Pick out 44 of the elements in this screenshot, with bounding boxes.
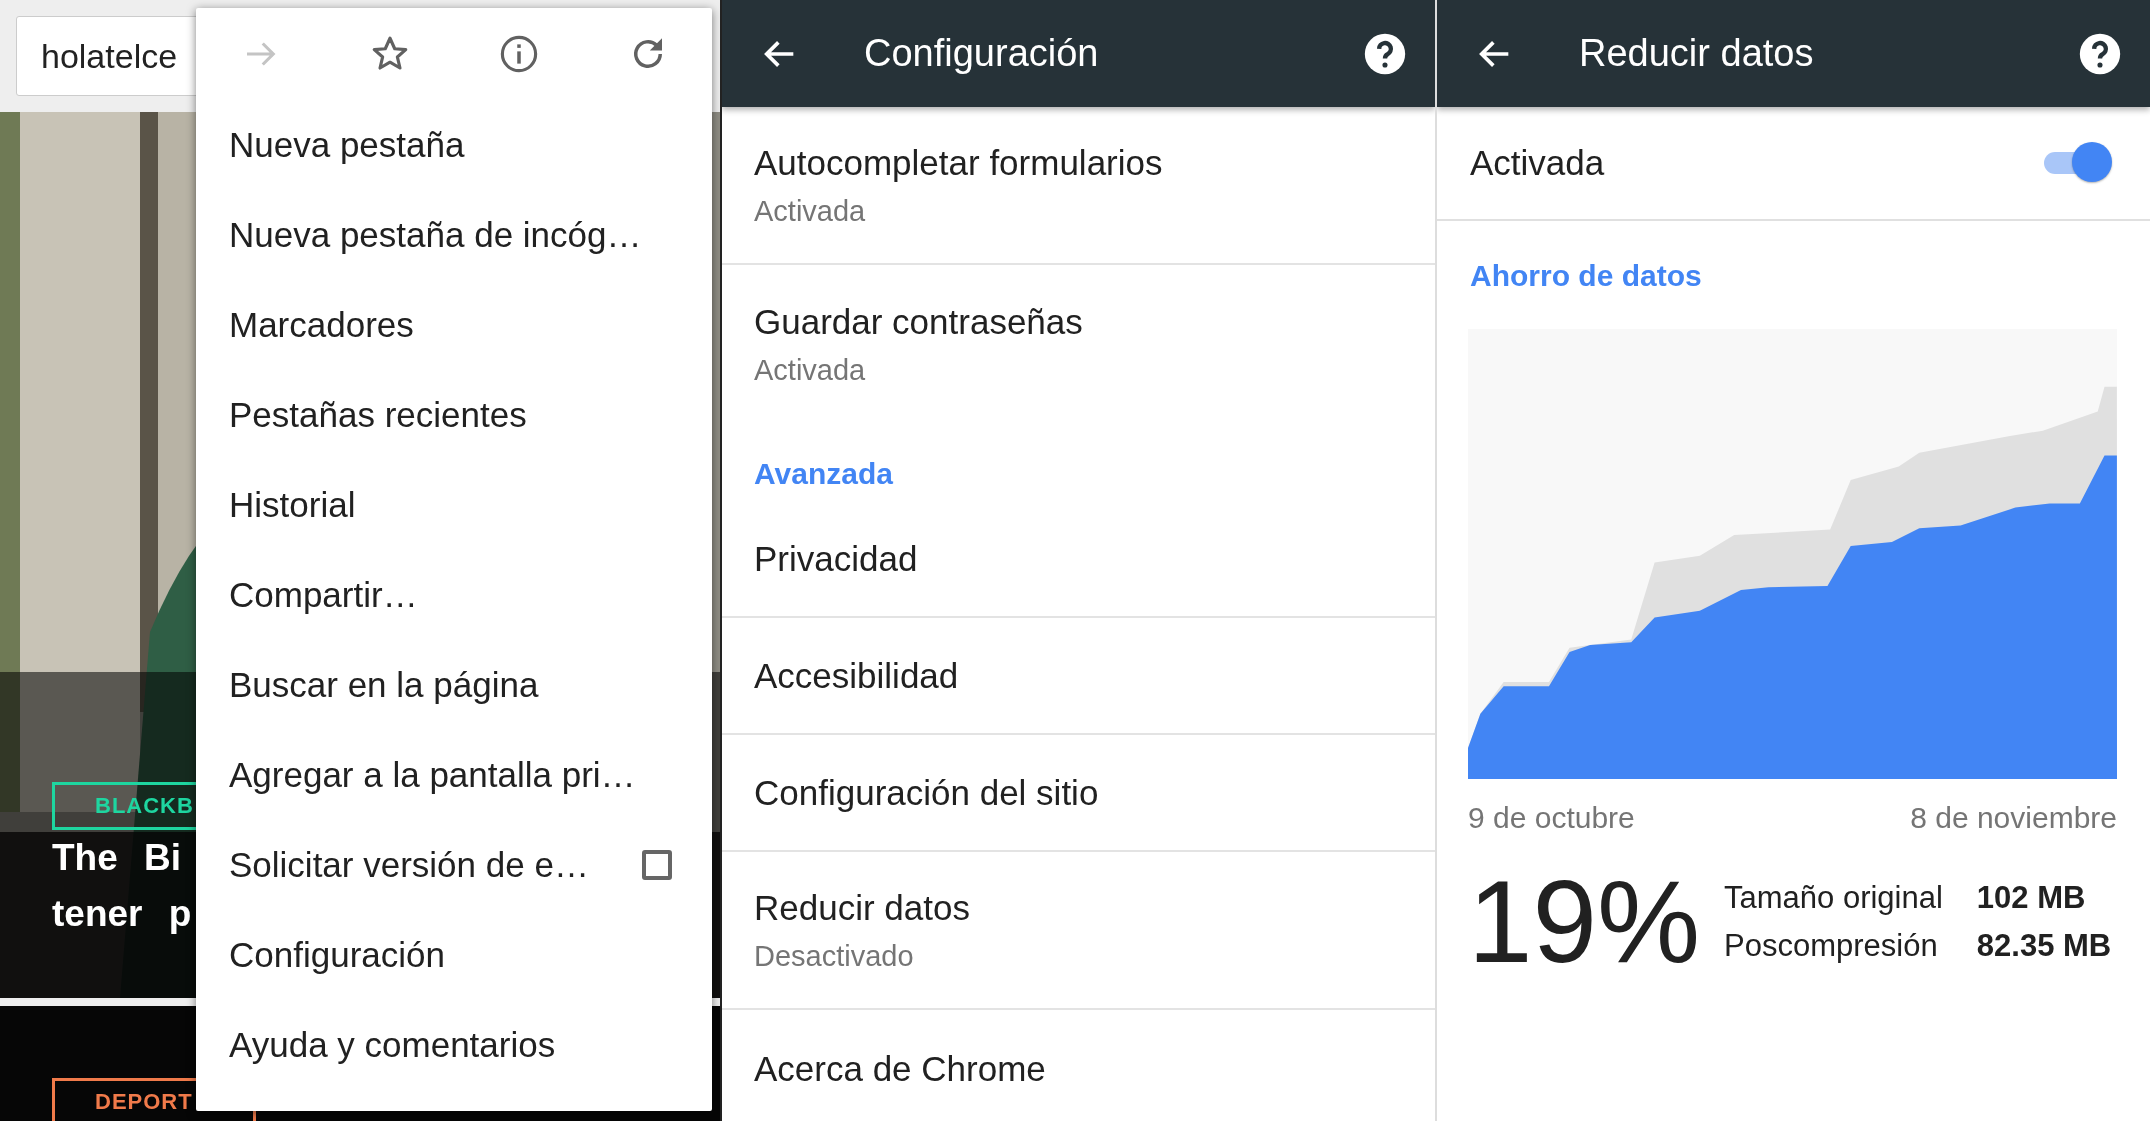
section-header: Ahorro de datos: [1469, 258, 1703, 293]
toggle-switch[interactable]: [2044, 142, 2114, 184]
item-title: Reducir datos: [754, 887, 971, 928]
menu-item[interactable]: Historial: [196, 460, 712, 550]
settings-item[interactable]: Guardar contraseñas Activada: [722, 265, 1435, 423]
stat-label: Poscompresión: [1724, 928, 1939, 964]
settings-item[interactable]: Autocompletar formularios Activada: [722, 107, 1435, 265]
checkbox[interactable]: [642, 850, 672, 880]
start-date-label: 9 de octubre: [1468, 801, 1635, 835]
item-title: Acerca de Chrome: [754, 1048, 1047, 1089]
stat-value: 82.35 MB: [1976, 928, 2112, 964]
settings-item[interactable]: Configuración del sitio: [722, 735, 1435, 852]
item-title: Guardar contraseñas: [754, 301, 1084, 342]
item-title: Privacidad: [754, 538, 919, 579]
settings-item[interactable]: Accesibilidad: [722, 618, 1435, 735]
settings-item[interactable]: Privacidad: [722, 501, 1435, 618]
headline-text: The Bi: [52, 836, 182, 880]
menu-item[interactable]: Compartir…: [196, 550, 712, 640]
item-status: Activada: [754, 353, 867, 387]
stat-label: Tamaño original: [1724, 880, 1943, 916]
end-date-label: 8 de noviembre: [1910, 801, 2117, 835]
switch-label: Activada: [1470, 143, 1605, 183]
item-status: Desactivado: [754, 939, 915, 973]
settings-item[interactable]: Reducir datos Desactivado: [722, 852, 1435, 1010]
screen-title: Configuración: [864, 32, 1100, 75]
menu-item[interactable]: Nueva pestaña de incóg…: [196, 190, 712, 280]
menu-item[interactable]: Pestañas recientes: [196, 370, 712, 460]
stat-value: 102 MB: [1976, 880, 2087, 916]
help-icon[interactable]: [2078, 31, 2122, 76]
item-title: Accesibilidad: [754, 655, 960, 696]
item-status: Activada: [754, 194, 867, 228]
headline-text: tener p: [52, 892, 192, 936]
screen-title: Reducir datos: [1579, 32, 1815, 75]
item-title: Configuración del sitio: [754, 772, 1100, 813]
menu-item[interactable]: Buscar en la página: [196, 640, 712, 730]
menu-item[interactable]: Marcadores: [196, 280, 712, 370]
menu-item-label: Solicitar versión de e…: [229, 845, 589, 885]
item-title: Autocompletar formularios: [754, 142, 1164, 183]
help-icon[interactable]: [1363, 31, 1407, 76]
settings-item[interactable]: Acerca de Chrome: [722, 1010, 1435, 1121]
menu-item[interactable]: Nueva pestaña: [196, 100, 712, 190]
savings-percent: 19%: [1468, 856, 1702, 989]
section-header: Avanzada: [753, 456, 894, 492]
menu-item[interactable]: Configuración: [196, 910, 712, 1000]
